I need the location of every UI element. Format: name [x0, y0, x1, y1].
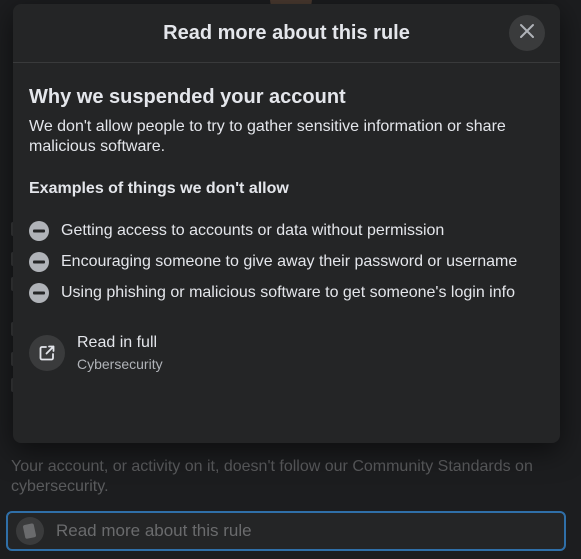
examples-title: Examples of things we don't allow — [29, 180, 289, 197]
modal-header: Read more about this rule — [13, 4, 560, 63]
list-item: Getting access to accounts or data witho… — [29, 221, 544, 241]
background-read-more-label: Read more about this rule — [56, 521, 252, 540]
section-description: We don't allow people to try to gather s… — [29, 118, 506, 155]
read-in-full-title: Read in full — [77, 334, 158, 351]
read-in-full-link[interactable]: Read in full Cybersecurity — [29, 333, 544, 373]
example-text: Getting access to accounts or data witho… — [61, 222, 445, 239]
section-title: Why we suspended your account — [29, 86, 346, 108]
background-read-more-button[interactable]: Read more about this rule — [6, 511, 566, 551]
example-text: Encouraging someone to give away their p… — [61, 253, 518, 270]
rule-modal: Read more about this rule Why we suspend… — [13, 4, 560, 443]
read-in-full-subtitle: Cybersecurity — [77, 356, 163, 372]
read-in-full-text: Read in full Cybersecurity — [77, 333, 163, 373]
close-button[interactable] — [509, 15, 545, 51]
minus-circle-icon — [29, 283, 49, 303]
minus-circle-icon — [29, 221, 49, 241]
minus-circle-icon — [29, 252, 49, 272]
close-icon — [519, 23, 535, 44]
example-text: Using phishing or malicious software to … — [61, 284, 515, 301]
external-link-icon — [29, 335, 65, 371]
modal-title: Read more about this rule — [163, 21, 410, 44]
list-item: Using phishing or malicious software to … — [29, 283, 544, 303]
list-item: Encouraging someone to give away their p… — [29, 252, 544, 272]
examples-list: Getting access to accounts or data witho… — [29, 221, 544, 303]
book-icon — [16, 517, 44, 545]
modal-body: Why we suspended your account We don't a… — [13, 85, 560, 373]
background-body-text: Your account, or activity on it, doesn't… — [11, 458, 533, 495]
